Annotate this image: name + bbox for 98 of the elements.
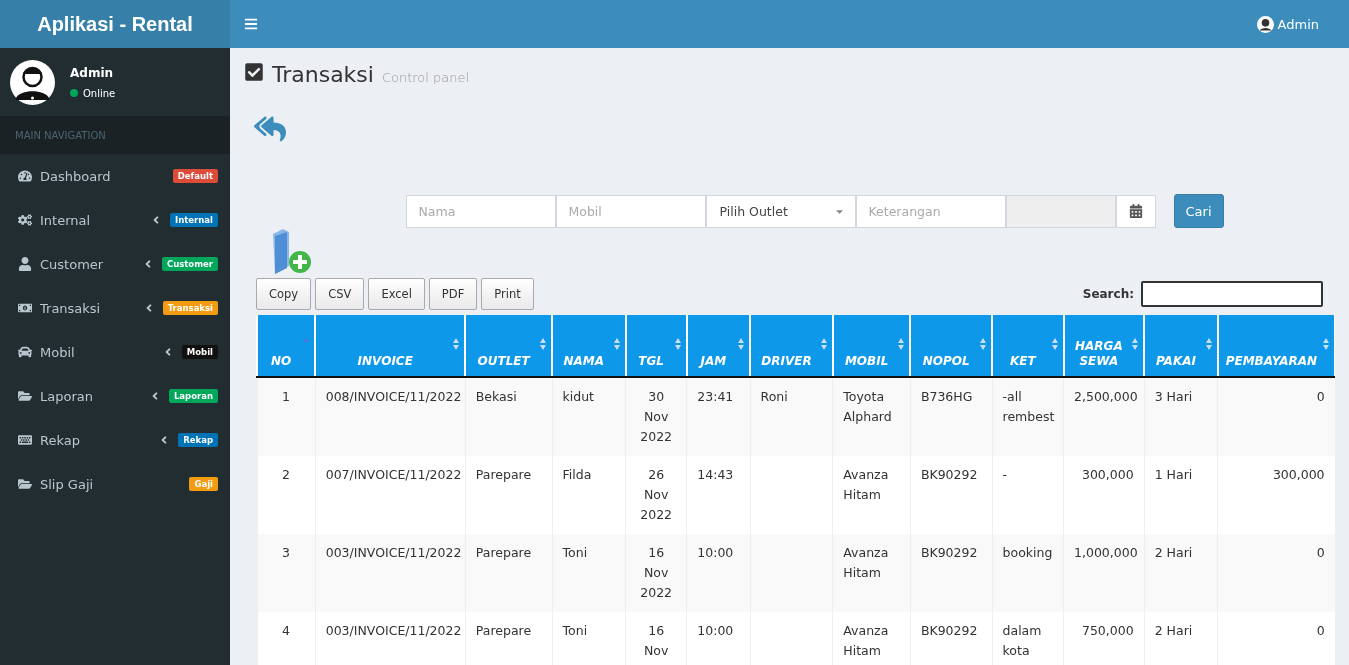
- export-button[interactable]: Print: [481, 278, 534, 310]
- table-cell: dalam kota: [992, 612, 1064, 665]
- column-label: NOPOL: [922, 354, 970, 369]
- add-folder-icon[interactable]: [271, 228, 313, 276]
- nav-label: Transaksi: [40, 300, 102, 316]
- nav-badge: Default: [172, 169, 218, 183]
- column-header[interactable]: TGL: [625, 315, 687, 377]
- nav-icon: [18, 477, 32, 491]
- nav-label: Mobil: [40, 344, 76, 360]
- user-name: Admin: [70, 65, 115, 80]
- table-cell: Parepare: [465, 612, 553, 665]
- nav-badge: Mobil: [181, 345, 218, 359]
- column-label: KET: [1009, 354, 1036, 369]
- column-header[interactable]: PAKAI: [1144, 315, 1218, 377]
- nav-item[interactable]: Customer Customer: [18, 242, 218, 286]
- nav-icon: [18, 345, 32, 359]
- column-header[interactable]: KET: [992, 315, 1064, 377]
- nav-item[interactable]: Mobil Mobil: [18, 330, 218, 374]
- column-header[interactable]: NOPOL: [910, 315, 993, 377]
- export-button[interactable]: Excel: [368, 278, 425, 310]
- nav-badge: Laporan: [168, 389, 218, 403]
- nav-icon: [18, 433, 32, 447]
- nav-item[interactable]: Rekap Rekap: [18, 418, 218, 462]
- nav-icon: [18, 301, 32, 315]
- page-subtitle: Control panel: [381, 70, 470, 85]
- nav-badge: Customer: [161, 257, 218, 271]
- export-button[interactable]: Copy: [256, 278, 312, 310]
- column-header[interactable]: JAM: [686, 315, 751, 377]
- nav-label: Internal: [40, 212, 92, 228]
- column-header[interactable]: NAMA: [552, 315, 626, 377]
- nav-item[interactable]: Slip Gaji Gaji: [18, 462, 218, 506]
- outlet-select[interactable]: Pilih Outlet: [705, 194, 856, 228]
- nav-icon: [18, 389, 32, 403]
- column-header[interactable]: DRIVER: [750, 315, 833, 377]
- calendar-button[interactable]: [1115, 194, 1156, 228]
- user-menu[interactable]: Admin: [1256, 15, 1319, 33]
- menu-icon[interactable]: [244, 17, 258, 31]
- export-button[interactable]: CSV: [315, 278, 365, 310]
- avatar-icon: [10, 59, 55, 105]
- column-label: OUTLET: [477, 354, 530, 369]
- column-header[interactable]: OUTLET: [465, 315, 553, 377]
- table-cell: 4: [257, 612, 316, 665]
- avatar-icon: [1256, 15, 1274, 33]
- nav-badge: Rekap: [178, 433, 218, 447]
- export-button[interactable]: PDF: [428, 278, 478, 310]
- column-label: TGL: [638, 354, 664, 369]
- column-header[interactable]: MOBIL: [832, 315, 911, 377]
- table-cell: 003/INVOICE/11/2022: [315, 612, 466, 665]
- nav-icon: [18, 213, 32, 227]
- nav-badge: Transaksi: [162, 301, 218, 315]
- column-label: HARGA SEWA: [1075, 338, 1123, 369]
- nav-icon: [18, 257, 32, 271]
- nav-label: Dashboard: [40, 168, 112, 184]
- calendar-icon: [1128, 204, 1143, 218]
- column-header[interactable]: NO: [257, 315, 316, 377]
- page-title: Transaksi: [272, 62, 374, 87]
- nav-icon: [18, 169, 32, 183]
- app-brand: Aplikasi - Rental: [0, 0, 230, 48]
- table-cell: 750,000: [1063, 612, 1145, 665]
- column-label: DRIVER: [761, 354, 812, 369]
- table-cell: 10:00: [686, 612, 751, 665]
- nav-item[interactable]: Internal Internal: [18, 198, 218, 242]
- column-label: MOBIL: [844, 354, 889, 369]
- table-cell: BK90292: [910, 612, 993, 665]
- checkbox-icon: [244, 62, 264, 82]
- search-label: Search:: [1082, 287, 1134, 301]
- nav-badge: Internal: [170, 213, 218, 227]
- status-text: Online: [83, 87, 116, 99]
- table-cell: 0: [1217, 612, 1335, 665]
- table-cell: 2 Hari: [1144, 612, 1218, 665]
- nav-header: MAIN NAVIGATION: [0, 116, 230, 154]
- column-label: NAMA: [563, 354, 605, 369]
- nav-label: Laporan: [40, 388, 94, 404]
- column-label: PEMBAYARAN: [1225, 354, 1318, 369]
- nav-item[interactable]: Dashboard Default: [18, 154, 218, 198]
- column-label: NO: [270, 354, 292, 369]
- table-cell: Avanza Hitam: [832, 612, 911, 665]
- mobil-field[interactable]: Mobil: [555, 194, 706, 228]
- nav-item[interactable]: Transaksi Transaksi: [18, 286, 218, 330]
- column-label: PAKAI: [1155, 354, 1196, 369]
- nama-field[interactable]: Nama: [405, 194, 556, 228]
- search-field[interactable]: [1141, 281, 1323, 307]
- keterangan-field[interactable]: Keterangan: [855, 194, 1006, 228]
- column-label: INVOICE: [357, 354, 413, 369]
- date-field[interactable]: [1005, 194, 1116, 228]
- nav-label: Customer: [40, 256, 105, 272]
- table-cell: 16 Nov: [625, 612, 687, 665]
- nav-label: Rekap: [40, 432, 81, 448]
- column-header[interactable]: INVOICE: [315, 315, 466, 377]
- table-cell: Toni: [552, 612, 626, 665]
- nav-item[interactable]: Laporan Laporan: [18, 374, 218, 418]
- column-header[interactable]: HARGA SEWA: [1063, 315, 1145, 377]
- nav-badge: Gaji: [189, 477, 218, 491]
- column-label: JAM: [700, 354, 727, 369]
- outlet-value: Pilih Outlet: [719, 203, 788, 219]
- nav-label: Slip Gaji: [40, 476, 95, 492]
- column-header[interactable]: PEMBAYARAN: [1217, 315, 1335, 377]
- search-button[interactable]: Cari: [1173, 194, 1224, 228]
